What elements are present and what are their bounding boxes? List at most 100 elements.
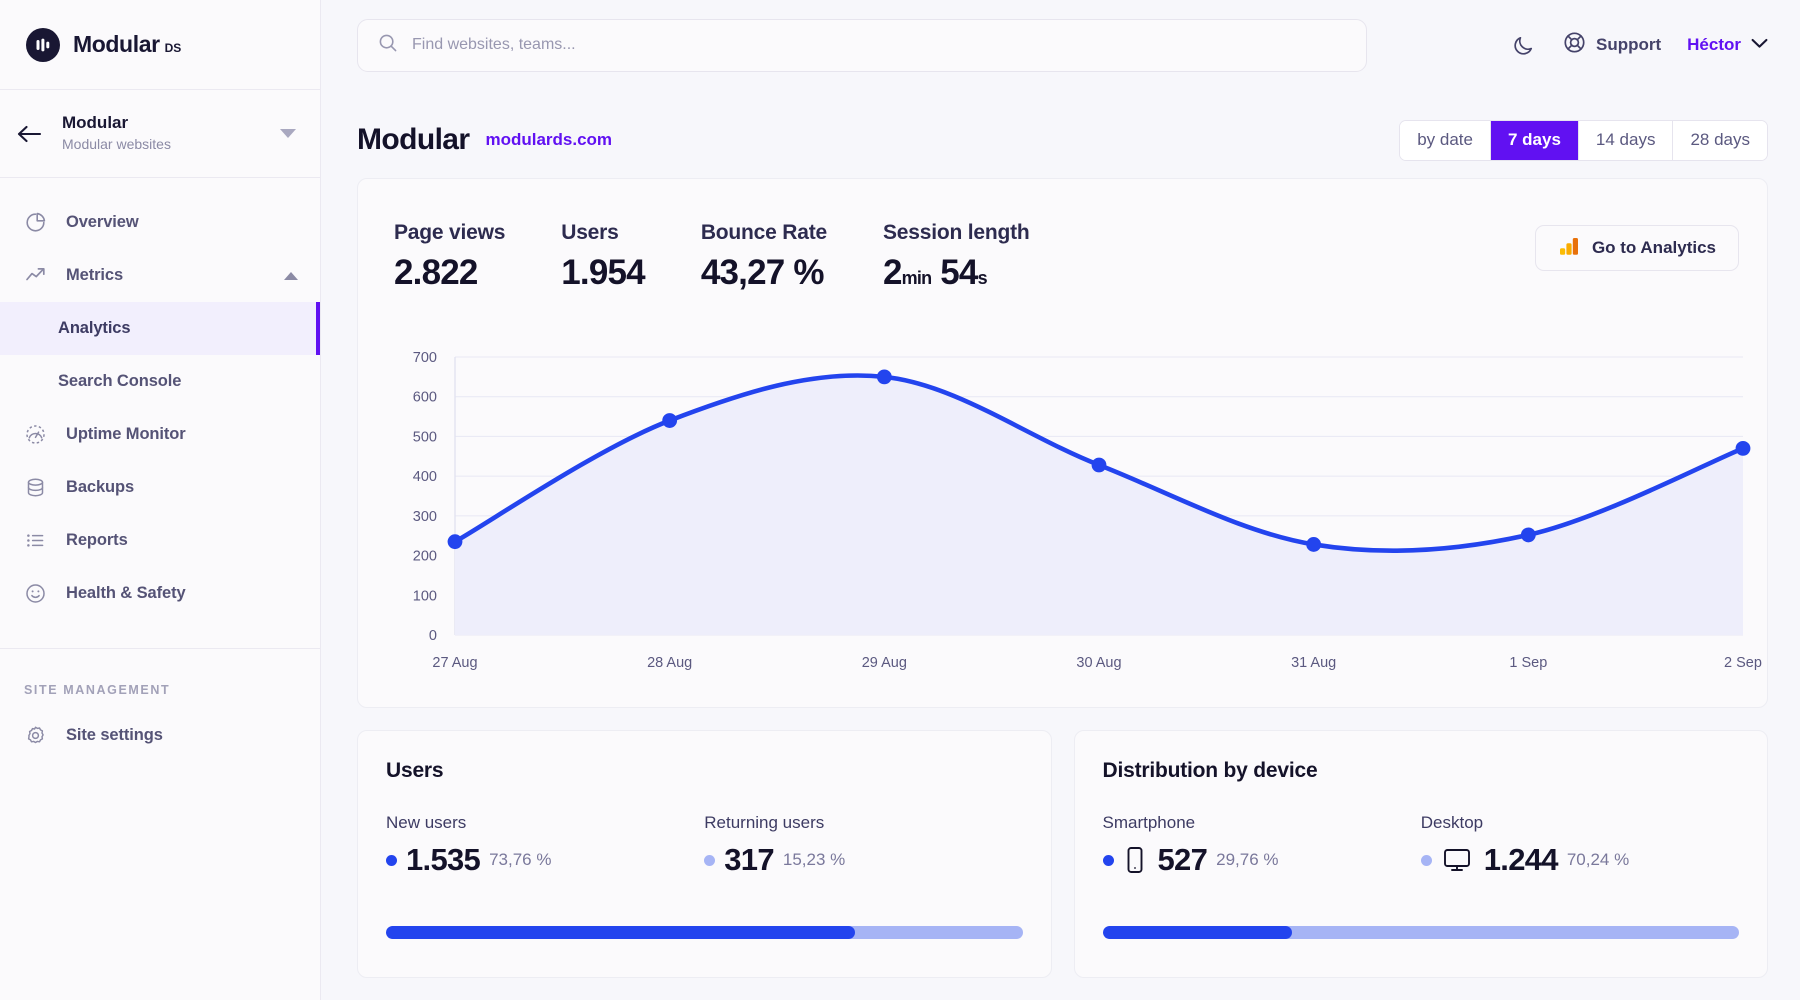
metric-percent: 70,24 % [1566,850,1630,869]
metric-percent: 73,76 % [489,850,552,869]
device-progress-fill [1102,926,1292,939]
database-icon [22,475,48,501]
legend-dot-icon [386,854,397,866]
tab-14-days[interactable]: 14 days [1578,120,1674,160]
metric-value: 1.244 [1483,842,1559,877]
gauge-icon [22,422,48,448]
kpi-label: Page views [394,221,506,244]
brand-logo[interactable]: Modular DS [0,0,320,90]
google-analytics-icon [1558,235,1580,262]
users-card: Users New users 1.535 73,76 % Returning … [357,730,1052,978]
sidebar-item-search-console[interactable]: Search Console [0,355,320,408]
metric-new-users: New users 1.535 73,76 % [386,813,704,878]
sidebar-item-site-settings[interactable]: Site settings [0,709,320,762]
svg-text:400: 400 [413,469,437,485]
chevron-down-icon[interactable] [280,129,296,138]
kpi-value: 43,27 % [700,253,825,292]
svg-text:29 Aug: 29 Aug [862,655,907,671]
device-progress-bar [1102,926,1739,939]
svg-text:0: 0 [429,628,437,644]
search-input[interactable] [412,36,1346,54]
search-icon [378,33,398,58]
date-range-tabs: by date 7 days 14 days 28 days [1399,119,1768,161]
topbar-actions: Support Héctor [1511,30,1768,60]
svg-text:700: 700 [413,350,437,366]
site-switcher[interactable]: Modular Modular websites [0,90,320,178]
topbar: Support Héctor [321,0,1800,90]
sidebar-item-label: Uptime Monitor [66,425,186,443]
trending-up-icon [22,263,48,289]
gear-icon [22,723,48,749]
site-meta: Modular Modular websites [62,112,262,155]
metric-label: Smartphone [1102,813,1196,832]
sidebar-item-uptime-monitor[interactable]: Uptime Monitor [0,408,320,461]
legend-dot-icon [1102,854,1114,866]
sidebar-section-title: SITE MANAGEMENT [24,683,171,697]
kpi-label: Users [561,221,619,244]
user-name: Héctor [1687,35,1741,54]
device-distribution-card: Distribution by device Smartphone 527 29… [1073,730,1768,978]
metric-value-row: 317 15,23 % [704,842,1022,878]
modular-logo-icon [26,27,60,62]
kpi-page-views: Page views 2.822 [394,221,505,293]
legend-dot-icon [704,854,716,866]
metric-label: Returning users [704,813,825,832]
metric-percent: 15,23 % [782,850,846,869]
page-title: Modular [357,123,470,156]
metric-percent: 29,76 % [1216,850,1279,869]
lifebuoy-icon [1562,30,1587,60]
search-bar[interactable] [357,18,1367,72]
metric-value: 317 [724,842,774,877]
sidebar-item-metrics[interactable]: Metrics [0,249,320,302]
metric-value: 527 [1157,842,1208,877]
users-progress-fill [386,926,856,939]
chevron-down-icon[interactable] [1751,36,1768,54]
sidebar-item-backups[interactable]: Backups [0,461,320,514]
device-card-title: Distribution by device [1102,759,1318,782]
sidebar-item-health-safety[interactable]: Health & Safety [0,567,320,620]
metric-value-row: 1.244 70,24 % [1420,842,1739,878]
page-domain-link[interactable]: modulards.com [485,130,612,150]
users-card-title: Users [386,759,444,782]
metric-value: 1.535 [406,842,481,877]
tab-28-days[interactable]: 28 days [1673,120,1767,160]
chevron-up-icon[interactable] [284,271,298,280]
back-arrow-icon[interactable] [14,124,44,144]
kpi-value: 1.954 [561,253,645,292]
metric-smartphone: Smartphone 527 29,76 % [1102,813,1421,878]
metric-returning-users: Returning users 317 15,23 % [704,813,1022,878]
svg-text:200: 200 [413,549,437,565]
brand-name: Modular [73,31,160,57]
sidebar-item-label: Search Console [58,372,182,390]
kpi-seconds: 54 [940,253,978,292]
kpi-minutes-unit: min [901,268,932,288]
metric-desktop: Desktop 1.244 70,24 % [1420,813,1739,878]
kpi-minutes: 2 [883,253,902,292]
sidebar-item-overview[interactable]: Overview [0,196,320,249]
moon-icon[interactable] [1511,33,1536,58]
sidebar-item-analytics[interactable]: Analytics [0,302,320,355]
sidebar-item-label: Reports [66,531,128,549]
sidebar-item-label: Metrics [66,266,124,284]
sidebar-item-label: Site settings [66,726,163,744]
kpi-session-length: Session length 2min 54s [883,221,1030,293]
users-progress-bar [386,926,1023,939]
sidebar-item-reports[interactable]: Reports [0,514,320,567]
tab-7-days[interactable]: 7 days [1490,120,1579,160]
go-to-analytics-button[interactable]: Go to Analytics [1534,225,1739,271]
smiley-icon [22,581,48,607]
brand-suffix: DS [164,41,182,55]
sidebar-item-label: Overview [66,213,139,231]
tab-by-date[interactable]: by date [1400,120,1491,160]
svg-text:600: 600 [413,390,437,406]
kpi-bounce-rate: Bounce Rate 43,27 % [701,221,827,293]
metric-value-row: 1.535 73,76 % [386,842,704,878]
svg-text:500: 500 [413,429,437,445]
metric-label: Desktop [1420,813,1484,832]
stats-cards-row: Users New users 1.535 73,76 % Returning … [321,708,1800,978]
smartphone-icon [1123,845,1147,875]
svg-text:31 Aug: 31 Aug [1291,655,1336,671]
user-menu[interactable]: Héctor [1687,35,1768,55]
svg-text:1 Sep: 1 Sep [1509,655,1547,671]
support-button[interactable]: Support [1562,30,1661,60]
